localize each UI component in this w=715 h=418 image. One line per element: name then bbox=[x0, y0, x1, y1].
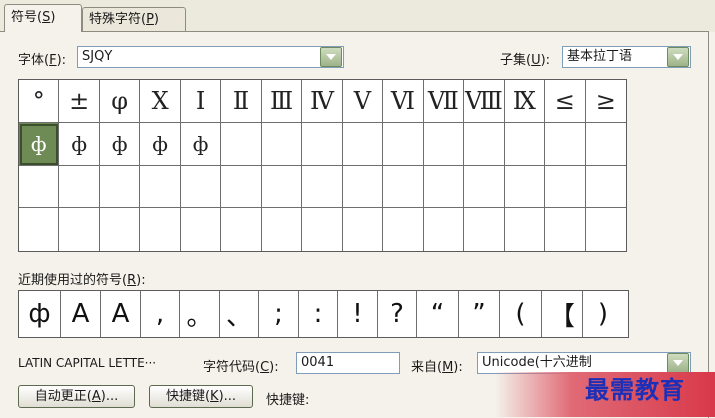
chevron-down-icon[interactable] bbox=[667, 47, 689, 67]
symbol-cell[interactable] bbox=[140, 165, 181, 209]
symbol-cell[interactable]: ° bbox=[19, 80, 60, 123]
recent-symbol-cell[interactable]: : bbox=[299, 291, 338, 337]
symbol-cell[interactable] bbox=[383, 122, 424, 166]
symbol-cell[interactable] bbox=[342, 165, 384, 209]
symbol-cell[interactable]: Ⅶ bbox=[423, 80, 465, 123]
symbol-cell[interactable]: Ⅱ bbox=[221, 80, 262, 123]
watermark-text: 最需教育 bbox=[585, 375, 685, 404]
symbol-cell[interactable] bbox=[343, 208, 384, 251]
autocorrect-button[interactable]: 自动更正(A)... bbox=[18, 385, 135, 408]
symbol-cell[interactable] bbox=[383, 208, 424, 251]
character-name: LATIN CAPITAL LETTE··· bbox=[18, 356, 157, 370]
recent-symbol-cell[interactable]: ” bbox=[459, 291, 500, 337]
recent-symbol-cell[interactable]: 【 bbox=[542, 291, 583, 337]
tab-special-characters[interactable]: 特殊字符(P) bbox=[82, 7, 186, 31]
symbol-cell[interactable]: φ bbox=[99, 80, 141, 123]
symbol-cell[interactable]: ф bbox=[180, 122, 222, 166]
recent-symbol-cell[interactable]: A bbox=[101, 291, 141, 337]
subset-label: 子集(U): bbox=[500, 53, 551, 68]
symbol-grid: ° ± φ X I Ⅱ Ⅲ Ⅳ Ⅴ Ⅵ Ⅶ Ⅷ Ⅸ ≤ ≥ ф ф ф ф ф bbox=[18, 79, 627, 252]
recent-symbol-cell[interactable]: 。 bbox=[180, 291, 220, 337]
recent-symbol-cell[interactable]: ! bbox=[338, 291, 378, 337]
symbol-cell[interactable] bbox=[383, 165, 424, 209]
symbol-cell[interactable] bbox=[424, 208, 465, 251]
symbol-cell[interactable] bbox=[585, 123, 626, 166]
tab-symbols[interactable]: 符号(S) bbox=[4, 4, 82, 32]
symbol-cell[interactable]: ф bbox=[99, 122, 141, 166]
symbol-cell[interactable]: ф bbox=[59, 122, 100, 166]
recent-symbol-cell[interactable]: “ bbox=[417, 291, 459, 337]
symbol-cell[interactable] bbox=[19, 208, 60, 251]
symbol-cell[interactable] bbox=[423, 122, 465, 166]
subset-value: 基本拉丁语 bbox=[567, 49, 633, 64]
symbol-cell[interactable] bbox=[302, 165, 343, 209]
symbol-cell[interactable] bbox=[180, 165, 222, 209]
font-dropdown[interactable]: SJQY bbox=[77, 46, 344, 68]
symbol-cell[interactable] bbox=[504, 165, 546, 209]
symbol-cell[interactable]: ≤ bbox=[545, 80, 586, 123]
symbol-cell[interactable] bbox=[423, 165, 465, 209]
symbol-cell[interactable] bbox=[545, 165, 586, 209]
symbol-cell[interactable]: Ⅸ bbox=[504, 80, 546, 123]
symbol-cell[interactable] bbox=[585, 166, 626, 209]
recent-symbol-cell[interactable]: ( bbox=[500, 291, 542, 337]
symbol-cell[interactable]: Ⅴ bbox=[342, 80, 384, 123]
symbol-cell[interactable] bbox=[545, 122, 586, 166]
symbol-cell[interactable] bbox=[100, 208, 141, 251]
recent-symbol-cell[interactable]: , bbox=[141, 291, 180, 337]
symbol-cell[interactable]: Ⅵ bbox=[383, 80, 424, 123]
symbol-cell[interactable]: Ⅳ bbox=[302, 80, 343, 123]
symbol-cell[interactable] bbox=[302, 122, 343, 166]
symbol-cell[interactable] bbox=[221, 208, 262, 251]
symbol-cell[interactable] bbox=[261, 165, 303, 209]
symbol-cell[interactable] bbox=[504, 122, 546, 166]
symbol-cell[interactable] bbox=[99, 165, 141, 209]
char-code-input[interactable]: 0041 bbox=[296, 352, 400, 374]
symbol-cell[interactable]: I bbox=[180, 80, 222, 123]
symbol-cell[interactable] bbox=[586, 208, 626, 251]
symbol-cell[interactable]: Ⅷ bbox=[464, 80, 505, 123]
from-value: Unicode(十六进制 bbox=[482, 355, 592, 370]
subset-dropdown[interactable]: 基本拉丁语 bbox=[562, 46, 691, 68]
recent-symbol-cell[interactable]: ) bbox=[583, 291, 623, 337]
font-label: 字体(F): bbox=[18, 53, 67, 68]
symbol-cell[interactable] bbox=[140, 208, 181, 251]
symbol-cell[interactable] bbox=[181, 208, 222, 251]
symbol-cell[interactable] bbox=[342, 122, 384, 166]
recent-symbol-cell[interactable]: 、 bbox=[220, 291, 259, 337]
symbol-cell[interactable]: ф bbox=[19, 122, 60, 166]
symbol-cell[interactable] bbox=[59, 165, 100, 209]
shortcut-key-label: 快捷键: bbox=[266, 393, 310, 408]
symbol-cell[interactable]: ± bbox=[59, 80, 100, 123]
recent-symbol-cell[interactable]: ; bbox=[259, 291, 299, 337]
shortcut-key-button[interactable]: 快捷键(K)... bbox=[149, 385, 253, 408]
symbol-cell[interactable] bbox=[19, 165, 60, 209]
chevron-down-icon[interactable] bbox=[320, 47, 342, 67]
recent-symbols-row: ф A A,。、;:!? “”(【) bbox=[18, 290, 629, 338]
symbol-cell[interactable] bbox=[505, 208, 546, 251]
recent-symbol-cell[interactable]: ? bbox=[378, 291, 417, 337]
symbol-cell[interactable] bbox=[261, 122, 303, 166]
char-code-label: 字符代码(C): bbox=[203, 360, 279, 375]
symbol-cell[interactable]: ф bbox=[140, 122, 181, 166]
symbol-cell[interactable] bbox=[464, 122, 505, 166]
symbol-cell[interactable] bbox=[221, 122, 262, 166]
symbol-cell[interactable] bbox=[262, 208, 303, 251]
symbol-cell[interactable] bbox=[302, 208, 343, 251]
symbol-cell[interactable] bbox=[545, 208, 586, 251]
from-label: 来自(M): bbox=[411, 360, 463, 375]
font-value: SJQY bbox=[82, 49, 113, 64]
symbol-cell[interactable]: X bbox=[140, 80, 181, 123]
symbol-cell[interactable] bbox=[464, 165, 505, 209]
symbol-cell[interactable] bbox=[59, 208, 100, 251]
symbol-cell[interactable] bbox=[221, 165, 262, 209]
symbol-cell[interactable]: ≥ bbox=[585, 80, 626, 123]
symbol-cell[interactable] bbox=[464, 208, 505, 251]
recent-symbol-cell[interactable]: A bbox=[61, 291, 101, 337]
recent-symbols-label: 近期使用过的符号(R): bbox=[18, 273, 146, 288]
recent-symbol-cell[interactable]: ф bbox=[19, 291, 61, 337]
symbol-cell[interactable]: Ⅲ bbox=[261, 80, 303, 123]
